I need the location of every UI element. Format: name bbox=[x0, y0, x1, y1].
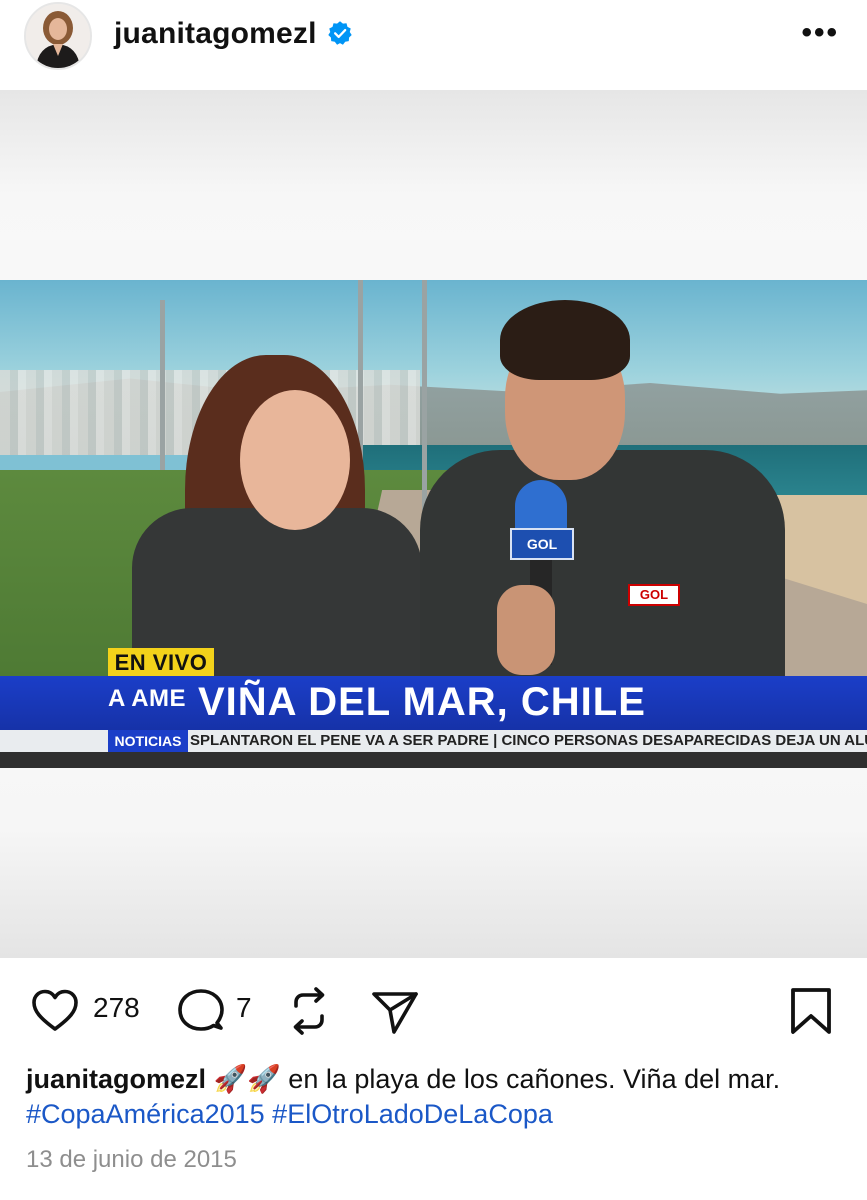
post-header: juanitagomezl ••• bbox=[0, 0, 867, 90]
lamp-pole bbox=[160, 300, 165, 470]
lower-third-side-text: A AME bbox=[108, 685, 187, 712]
hashtag-link[interactable]: #CopaAmérica2015 bbox=[26, 1099, 265, 1129]
comment-count[interactable]: 7 bbox=[236, 992, 252, 1024]
caption-username[interactable]: juanitagomezl bbox=[26, 1064, 206, 1094]
post-date: 13 de junio de 2015 bbox=[26, 1146, 237, 1173]
caption-emojis: 🚀🚀 bbox=[213, 1064, 281, 1094]
like-count[interactable]: 278 bbox=[93, 992, 140, 1024]
reporter-right-hair bbox=[500, 300, 630, 380]
hashtag-link[interactable]: #ElOtroLadoDeLaCopa bbox=[272, 1099, 553, 1129]
reporter-right-body bbox=[420, 450, 785, 690]
caption: juanitagomezl 🚀🚀 en la playa de los caño… bbox=[26, 1062, 846, 1132]
tv-screenshot: GOL GOL EN VIVO A AME VIÑA DEL MAR, CHIL… bbox=[0, 280, 867, 768]
heart-icon[interactable] bbox=[30, 986, 80, 1036]
news-ticker: SPLANTARON EL PENE VA A SER PADRE | CINC… bbox=[190, 732, 867, 749]
comment-icon[interactable] bbox=[176, 986, 226, 1036]
more-options-icon[interactable]: ••• bbox=[801, 16, 839, 50]
hand bbox=[497, 585, 555, 675]
avatar-image bbox=[26, 4, 90, 68]
bookmark-icon[interactable] bbox=[786, 986, 836, 1036]
live-label: EN VIVO bbox=[108, 648, 214, 678]
bottom-strip bbox=[0, 752, 867, 768]
lamp-pole bbox=[422, 280, 427, 510]
shirt-logo: GOL bbox=[628, 584, 680, 606]
post-username[interactable]: juanitagomezl bbox=[114, 17, 317, 51]
caption-text: en la playa de los cañones. Viña del mar… bbox=[280, 1064, 781, 1094]
repost-icon[interactable] bbox=[284, 986, 334, 1036]
lower-third: A AME VIÑA DEL MAR, CHILE bbox=[0, 676, 867, 730]
share-icon[interactable] bbox=[370, 986, 420, 1036]
location-title: VIÑA DEL MAR, CHILE bbox=[198, 680, 646, 724]
post-media[interactable]: GOL GOL EN VIVO A AME VIÑA DEL MAR, CHIL… bbox=[0, 90, 867, 958]
reporter-left-face bbox=[240, 390, 350, 530]
avatar[interactable] bbox=[24, 2, 92, 70]
microphone-flag: GOL bbox=[510, 528, 574, 560]
verified-badge-icon bbox=[328, 21, 352, 45]
channel-label: NOTICIAS bbox=[108, 730, 188, 752]
